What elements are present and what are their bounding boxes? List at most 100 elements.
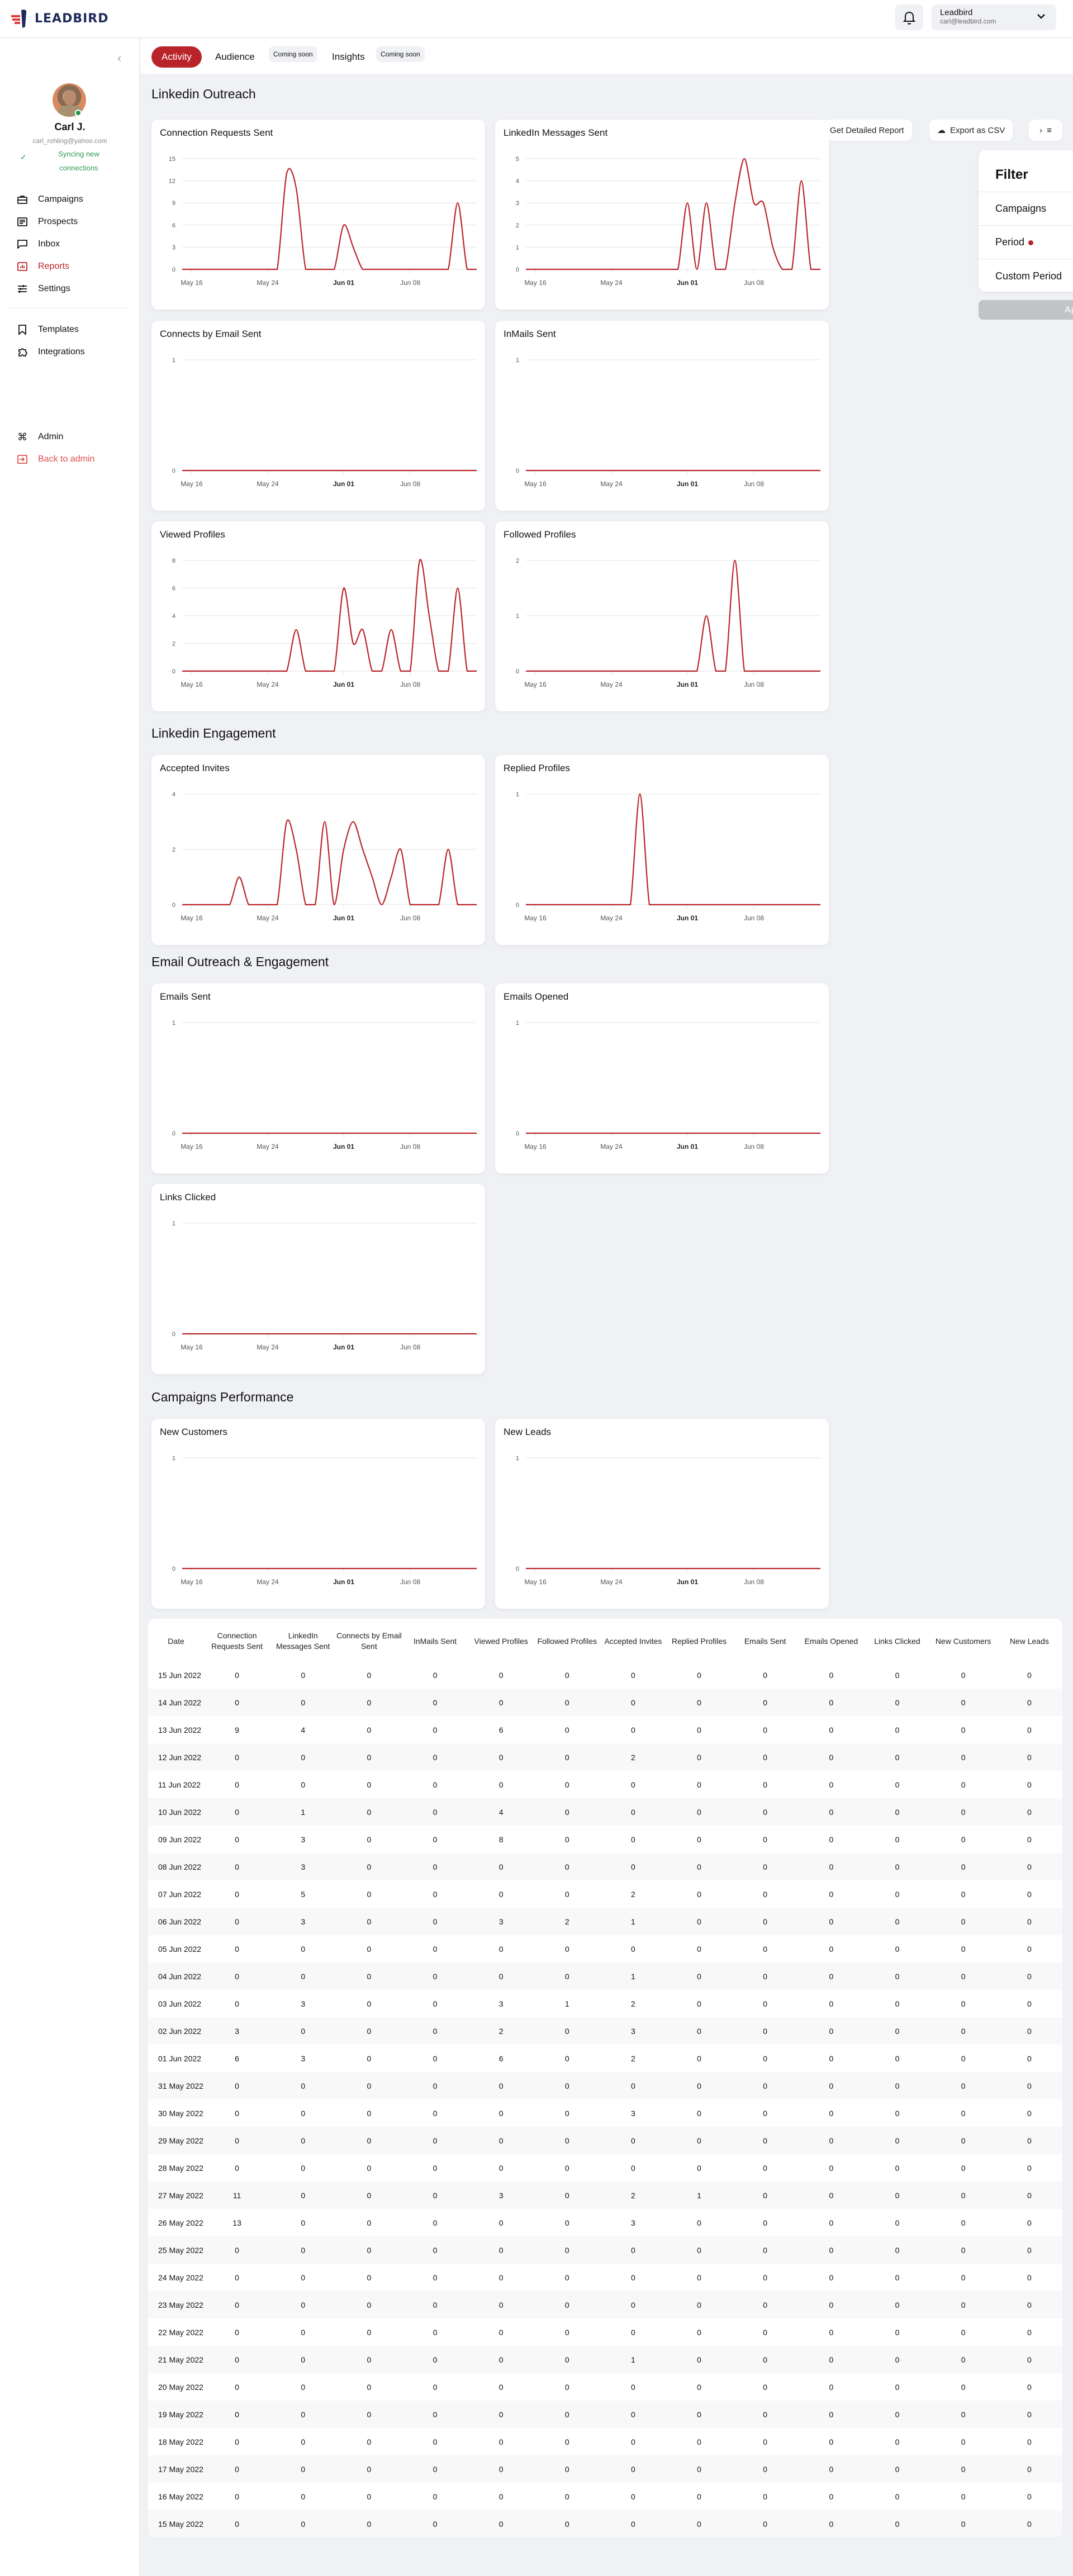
date-cell: 07 Jun 2022 xyxy=(158,1889,202,1899)
date-cell: 28 May 2022 xyxy=(158,2163,203,2173)
value-cell: 0 xyxy=(961,1834,966,1844)
sidebar-item-admin[interactable]: ⌘ Admin xyxy=(17,426,129,448)
sidebar-item-back-to-admin[interactable]: Back to admin xyxy=(17,448,129,470)
table-row: 28 May 2022 0 0 0 0 0 0 0 0 0 0 0 0 0 xyxy=(148,2154,1062,2181)
value-cell: 0 xyxy=(402,2291,468,2318)
value-cell: 0 xyxy=(367,1670,372,1680)
sidebar-item-label: Templates xyxy=(38,325,79,334)
line-chart: 0 1 May 16 May 24 Jun 01 Jun 08 xyxy=(172,1455,477,1586)
column-header[interactable]: Replied Profiles xyxy=(666,1619,732,1661)
chart-card: Emails Opened 0 1 May 16 May 24 Jun 01 Jun 08 xyxy=(495,983,829,1173)
y-tick-label: 6 xyxy=(172,586,175,592)
value-cell: 0 xyxy=(666,2455,733,2483)
y-tick-label: 12 xyxy=(169,178,175,185)
filter-custom-period[interactable]: Custom Period⌄ xyxy=(979,259,1073,293)
apply-filters-button[interactable]: Apply filters xyxy=(979,300,1073,320)
value-cell: 0 xyxy=(433,2218,438,2227)
value-cell: 0 xyxy=(961,2437,966,2446)
leadbird-logo[interactable]: LEADBIRD xyxy=(10,8,109,29)
value-cell: 0 xyxy=(829,1944,834,1954)
value-cell: 0 xyxy=(895,1889,900,1899)
value-cell: 0 xyxy=(235,1999,239,2008)
value-cell: 0 xyxy=(697,1670,701,1680)
bird-logo-icon xyxy=(11,9,27,28)
column-header[interactable]: Links Clicked xyxy=(864,1619,930,1661)
filter-label: Custom Period xyxy=(995,270,1062,282)
column-header[interactable]: Connects by Email Sent xyxy=(336,1619,402,1661)
value-cell: 3 xyxy=(468,2181,534,2209)
toggle-filter-button[interactable]: › ≡ xyxy=(1029,120,1062,141)
sidebar-item-campaigns[interactable]: Campaigns xyxy=(17,188,129,211)
value-cell: 0 xyxy=(534,2236,600,2264)
value-cell: 0 xyxy=(204,1743,270,1771)
date-cell: 15 May 2022 xyxy=(148,2510,204,2537)
value-cell: 0 xyxy=(534,2455,600,2483)
x-tick-label: Jun 08 xyxy=(400,681,420,688)
column-header[interactable]: Connection Requests Sent xyxy=(204,1619,270,1661)
value-cell: 0 xyxy=(367,1780,372,1789)
column-header[interactable]: Date xyxy=(148,1619,204,1661)
column-header[interactable]: InMails Sent xyxy=(402,1619,468,1661)
column-header[interactable]: Accepted Invites xyxy=(600,1619,666,1661)
value-cell: 0 xyxy=(961,1725,966,1734)
table-row: 29 May 2022 0 0 0 0 0 0 0 0 0 0 0 0 0 xyxy=(148,2127,1062,2154)
value-cell: 0 xyxy=(367,2327,372,2337)
filter-campaigns[interactable]: Campaigns⌄ xyxy=(979,192,1073,226)
filter-period[interactable]: Period⌄ xyxy=(979,226,1073,259)
x-tick-label: May 16 xyxy=(181,1143,203,1151)
date-cell: 06 Jun 2022 xyxy=(148,1908,204,1935)
value-cell: 0 xyxy=(204,1962,270,1990)
sidebar-item-settings[interactable]: Settings xyxy=(17,278,129,300)
value-cell: 0 xyxy=(631,1780,635,1789)
value-cell: 0 xyxy=(829,1834,834,1844)
bell-icon xyxy=(903,12,916,25)
sliders-icon xyxy=(17,284,28,293)
value-cell: 0 xyxy=(666,2127,733,2154)
sidebar-item-templates[interactable]: Templates xyxy=(17,319,129,341)
date-cell: 25 May 2022 xyxy=(148,2236,204,2264)
sync-status: ✓ Syncing new connections xyxy=(20,147,121,175)
value-cell: 0 xyxy=(864,2401,930,2428)
sidebar-item-reports[interactable]: Reports xyxy=(17,255,129,278)
chevron-right-icon: › xyxy=(1039,125,1043,135)
y-tick-label: 1 xyxy=(516,244,519,251)
value-cell: 0 xyxy=(763,2273,768,2282)
column-header[interactable]: New Leads xyxy=(996,1619,1062,1661)
sidebar-item-label: Back to admin xyxy=(38,454,95,464)
table-row: 22 May 2022 0 0 0 0 0 0 0 0 0 0 0 0 0 xyxy=(148,2318,1062,2346)
value-cell: 0 xyxy=(204,2401,270,2428)
export-csv-button[interactable]: ☁ Export as CSV xyxy=(929,120,1013,141)
value-cell: 0 xyxy=(301,2327,306,2337)
value-cell: 0 xyxy=(468,2072,534,2099)
tab-activity[interactable]: Activity xyxy=(151,46,202,68)
y-tick-label: 1 xyxy=(516,357,519,364)
value-cell: 0 xyxy=(336,1798,402,1826)
account-menu[interactable]: Leadbird carl@leadbird.com xyxy=(932,4,1056,30)
column-header[interactable]: New Customers xyxy=(930,1619,996,1661)
sidebar-item-integrations[interactable]: Integrations xyxy=(17,341,129,363)
value-cell: 0 xyxy=(498,2218,504,2227)
column-header[interactable]: Followed Profiles xyxy=(534,1619,600,1661)
value-cell: 0 xyxy=(930,1689,996,1716)
tab-insights[interactable]: Insights xyxy=(332,46,365,68)
value-cell: 0 xyxy=(864,2127,930,2154)
sidebar-item-prospects[interactable]: Prospects xyxy=(17,211,129,233)
column-header[interactable]: Emails Sent xyxy=(732,1619,798,1661)
column-header[interactable]: LinkedIn Messages Sent xyxy=(270,1619,336,1661)
date-cell: 10 Jun 2022 xyxy=(148,1798,204,1826)
chart-card: Viewed Profiles 0 2 4 6 8 May 16 May 24 Jun 01 Ju… xyxy=(151,521,485,711)
value-cell: 0 xyxy=(468,2291,534,2318)
value-cell: 0 xyxy=(468,2236,534,2264)
x-tick-label: May 24 xyxy=(600,681,623,688)
tab-audience[interactable]: Audience xyxy=(215,46,255,68)
line-chart: 0 1 May 16 May 24 Jun 01 Jun 08 xyxy=(172,357,477,488)
value-cell: 0 xyxy=(697,1780,701,1789)
column-header[interactable]: Viewed Profiles xyxy=(468,1619,534,1661)
notifications-button[interactable] xyxy=(895,4,923,30)
collapse-sidebar-button[interactable]: ‹ xyxy=(117,51,121,65)
value-cell: 0 xyxy=(402,1962,468,1990)
value-cell: 0 xyxy=(534,2510,600,2537)
sidebar-item-inbox[interactable]: Inbox xyxy=(17,233,129,255)
coming-soon-badge: Coming soon xyxy=(269,46,317,62)
column-header[interactable]: Emails Opened xyxy=(798,1619,864,1661)
